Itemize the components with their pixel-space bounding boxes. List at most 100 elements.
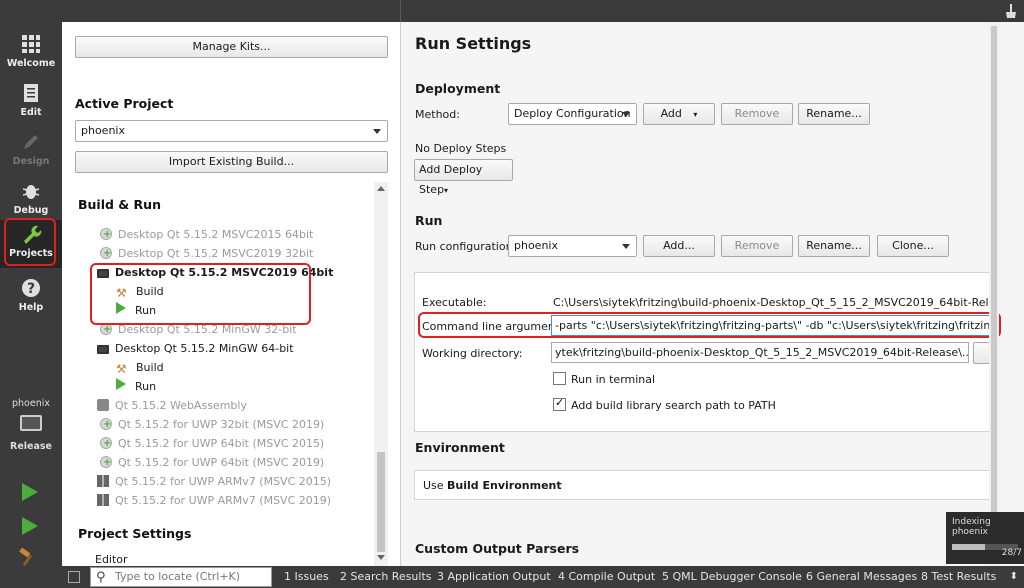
sidebar-toggle-icon[interactable] [68,571,80,583]
environment-name: Build Environment [447,479,562,492]
run-config-combo[interactable]: phoenix [508,235,637,257]
up-down-icon[interactable]: ⬍ [1010,566,1018,588]
run-title: Run [415,213,443,228]
kit-list: Build & Run Desktop Qt 5.15.2 MSVC2015 6… [62,182,374,566]
locator-placeholder: Type to locate (Ctrl+K) [115,570,241,583]
webassembly-icon [97,399,109,411]
custom-parsers-title: Custom Output Parsers [415,541,580,556]
kit-item[interactable]: Desktop Qt 5.15.2 MSVC2015 64bit [100,225,313,244]
scroll-thumb[interactable] [377,452,385,552]
projects-left-panel: Manage Kits... Active Project phoenix Im… [62,22,401,566]
working-directory-input[interactable]: ytek\fritzing\build-phoenix-Desktop_Qt_5… [551,342,969,363]
question-icon: ? [0,274,62,300]
kit-item[interactable]: Qt 5.15.2 for UWP ARMv7 (MSVC 2015) [97,472,331,491]
tab-general-messages[interactable]: 6 General Messages [806,566,917,588]
debug-run-button[interactable] [18,514,42,538]
svg-text:?: ? [27,281,35,297]
mode-help[interactable]: ? Help [0,274,62,322]
kit-selector[interactable]: phoenix Release [0,394,62,464]
kit-item[interactable]: Qt 5.15.2 for UWP ARMv7 (MSVC 2019) [97,491,331,510]
mode-label: Welcome [6,58,56,69]
kit-list-scrollbar[interactable] [374,182,388,566]
manage-kits-button[interactable]: Manage Kits... [75,36,388,58]
add-kit-icon [100,225,112,244]
tab-test-results[interactable]: 8 Test Results [921,566,996,588]
run-clone-button[interactable]: Clone... [877,235,949,257]
bug-icon [0,177,62,203]
scroll-down-icon[interactable] [377,555,385,560]
document-icon [0,79,62,105]
mode-design[interactable]: Design [0,128,62,176]
chevron-down-icon [622,244,630,249]
run-add-button[interactable]: Add... [643,235,715,257]
deploy-remove-button[interactable]: Remove [721,103,793,125]
run-rename-button[interactable]: Rename... [798,235,870,257]
scroll-thumb[interactable] [991,26,997,526]
monitor-icon [20,415,42,431]
chevron-down-icon: ▾ [693,110,698,119]
deployment-title: Deployment [415,81,501,96]
no-deploy-steps-label: No Deploy Steps [415,142,507,155]
import-build-button[interactable]: Import Existing Build... [75,151,388,173]
grid-icon [0,30,62,56]
page-title: Run Settings [415,34,532,53]
project-combo-value: phoenix [81,124,125,137]
debug-play-icon [22,517,38,535]
run-in-terminal-checkbox[interactable] [553,372,566,385]
kit-item[interactable]: Desktop Qt 5.15.2 MSVC2019 32bit [100,244,313,263]
kit-build-item[interactable]: ⚒ Build [116,358,164,377]
search-icon: ⚲ [96,570,106,585]
mode-edit[interactable]: Edit [0,79,62,127]
project-settings-editor[interactable]: Editor [95,550,128,566]
hammer-icon: ⚒ [116,362,127,376]
deploy-rename-button[interactable]: Rename... [798,103,870,125]
tab-issues[interactable]: 1 Issues [284,566,329,588]
chevron-down-icon: ▾ [444,186,449,195]
kit-item[interactable]: Qt 5.15.2 for UWP 64bit (MSVC 2019) [100,453,324,472]
deploy-method-value: Deploy Configuration [514,107,631,120]
kit-selector-config: Release [10,441,52,452]
add-deploy-step-button[interactable]: Add Deploy Step▾ [414,159,513,196]
active-project-title: Active Project [75,96,174,111]
environment-title: Environment [415,440,505,455]
tab-compile-output[interactable]: 4 Compile Output [558,566,655,588]
run-config-value: phoenix [514,239,558,252]
environment-box[interactable]: Use Build Environment [414,470,994,500]
top-bar-divider [400,0,401,22]
kit-item[interactable]: Qt 5.15.2 WebAssembly [97,396,247,415]
tab-qml-debugger-console[interactable]: 5 QML Debugger Console [662,566,802,588]
tab-application-output[interactable]: 3 Application Output [437,566,551,588]
mode-label: Design [12,156,50,167]
run-remove-button[interactable]: Remove [721,235,793,257]
projects-highlight [4,218,56,266]
method-label: Method: [415,108,460,121]
add-lib-path-checkbox[interactable] [553,396,566,411]
top-bar [0,0,1024,22]
project-combo[interactable]: phoenix [75,120,388,142]
kit-item[interactable]: Qt 5.15.2 for UWP 32bit (MSVC 2019) [100,415,324,434]
tab-search-results[interactable]: 2 Search Results [340,566,432,588]
locator-input[interactable]: ⚲ Type to locate (Ctrl+K) [90,567,272,587]
add-kit-icon [100,434,112,453]
scroll-up-icon[interactable] [377,186,385,191]
indexing-progress[interactable]: Indexing phoenix 28/7 [946,512,1024,564]
run-settings-scrollbar[interactable] [989,22,999,566]
executable-value: C:\Users\siytek\fritzing\build-phoenix-D… [553,296,989,309]
status-bar: ⚲ Type to locate (Ctrl+K) 1 Issues 2 Sea… [0,566,1024,588]
active-kit-highlight [90,263,311,325]
mode-bar: Welcome Edit Design Debug Projects ? Hel… [0,22,62,567]
mode-welcome[interactable]: Welcome [0,30,62,78]
mode-label: Debug [13,205,49,216]
workdir-label: Working directory: [422,347,523,360]
kit-item[interactable]: Qt 5.15.2 for UWP 64bit (MSVC 2015) [100,434,324,453]
build-run-title: Build & Run [78,197,161,212]
broom-icon[interactable] [1004,3,1018,19]
play-icon [116,378,126,390]
kit-run-item[interactable]: Run [116,377,156,396]
monitor-icon [97,345,109,354]
deploy-add-button[interactable]: Add ▾ [643,103,715,125]
kit-item[interactable]: Desktop Qt 5.15.2 MinGW 64-bit [97,339,294,358]
run-button[interactable] [18,480,42,504]
deploy-method-combo[interactable]: Deploy Configuration [508,103,637,125]
args-highlight [418,312,1001,338]
